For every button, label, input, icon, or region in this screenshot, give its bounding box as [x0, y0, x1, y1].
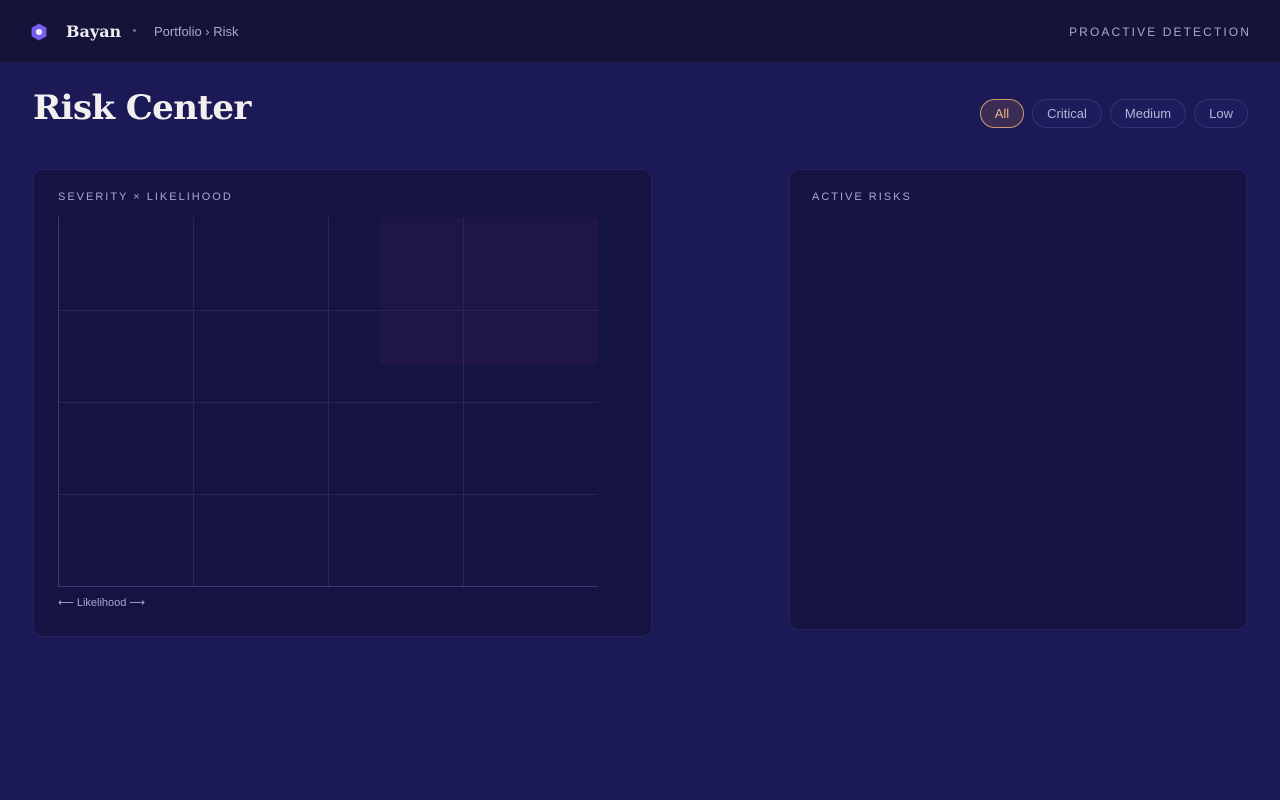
severity-filter-group: All Critical Medium Low [979, 99, 1248, 128]
filter-low-button[interactable]: Low [1194, 99, 1248, 128]
filter-all-button[interactable]: All [979, 99, 1025, 128]
filter-critical-button[interactable]: Critical [1032, 99, 1102, 128]
likelihood-axis-label: ⟵ Likelihood ⟶ [58, 597, 146, 609]
header-mode-label: PROACTIVE DETECTION [1069, 25, 1251, 39]
risk-matrix-title: SEVERITY × LIKELIHOOD [58, 191, 233, 203]
page-title: Risk Center [33, 88, 251, 128]
breadcrumb[interactable]: Portfolio › Risk [154, 24, 239, 40]
risk-matrix-plot [58, 217, 598, 587]
active-risks-title: ACTIVE RISKS [812, 191, 912, 203]
breadcrumb-separator [133, 29, 136, 32]
risk-matrix-card: SEVERITY × LIKELIHOOD ⟵ Likelihood ⟶ [33, 169, 652, 637]
active-risks-card: ACTIVE RISKS [789, 169, 1247, 630]
hexagon-logo-icon[interactable] [29, 22, 49, 42]
brand-name[interactable]: Bayan [66, 21, 121, 43]
filter-medium-button[interactable]: Medium [1109, 99, 1187, 128]
critical-zone [380, 217, 598, 365]
top-bar: Bayan Portfolio › Risk PROACTIVE DETECTI… [0, 0, 1280, 63]
